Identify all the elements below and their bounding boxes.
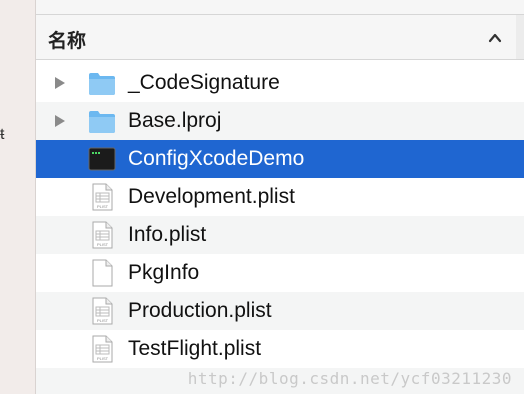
file-name: Base.lproj — [128, 109, 222, 132]
file-name: TestFlight.plist — [128, 337, 262, 360]
list-item[interactable]: PLIST Production.plist — [36, 292, 524, 330]
file-list: _CodeSignature Base.lproj ConfigXcodeDem… — [36, 64, 524, 368]
list-item-selected[interactable]: ConfigXcodeDemo — [36, 140, 524, 178]
toolbar-strip — [36, 0, 524, 15]
chevron-up-icon[interactable] — [488, 31, 502, 45]
list-item[interactable]: PkgInfo — [36, 254, 524, 292]
watermark: http://blog.csdn.net/ycf03211230 — [187, 369, 512, 388]
plist-label: PLIST — [97, 242, 109, 247]
list-item[interactable]: PLIST Development.plist — [36, 178, 524, 216]
plist-label: PLIST — [97, 204, 109, 209]
column-header-name[interactable]: 名称 — [36, 15, 524, 60]
plist-file-icon: PLIST — [92, 335, 113, 363]
header-edge — [516, 15, 524, 59]
sidebar: ŧ — [0, 0, 36, 394]
plist-file-icon: PLIST — [92, 297, 113, 325]
file-name: PkgInfo — [128, 261, 200, 284]
sidebar-glyph: ŧ — [0, 126, 5, 143]
list-item[interactable]: Base.lproj — [36, 102, 524, 140]
list-item[interactable]: _CodeSignature — [36, 64, 524, 102]
list-item[interactable]: PLIST TestFlight.plist — [36, 330, 524, 368]
folder-icon — [89, 73, 115, 95]
file-name: Development.plist — [128, 185, 295, 208]
column-header-label: 名称 — [48, 31, 87, 52]
disclosure-triangle-icon[interactable] — [52, 114, 66, 128]
plist-label: PLIST — [97, 356, 109, 361]
file-name: Production.plist — [128, 299, 272, 322]
plist-label: PLIST — [97, 318, 109, 323]
plist-file-icon: PLIST — [92, 221, 113, 249]
file-name: _CodeSignature — [128, 71, 280, 94]
list-item[interactable]: PLIST Info.plist — [36, 216, 524, 254]
file-name: ConfigXcodeDemo — [128, 147, 305, 170]
file-name: Info.plist — [128, 223, 207, 246]
terminal-executable-icon — [88, 147, 116, 171]
folder-icon — [89, 111, 115, 133]
blank-file-icon — [92, 259, 113, 287]
disclosure-triangle-icon[interactable] — [52, 76, 66, 90]
plist-file-icon: PLIST — [92, 183, 113, 211]
